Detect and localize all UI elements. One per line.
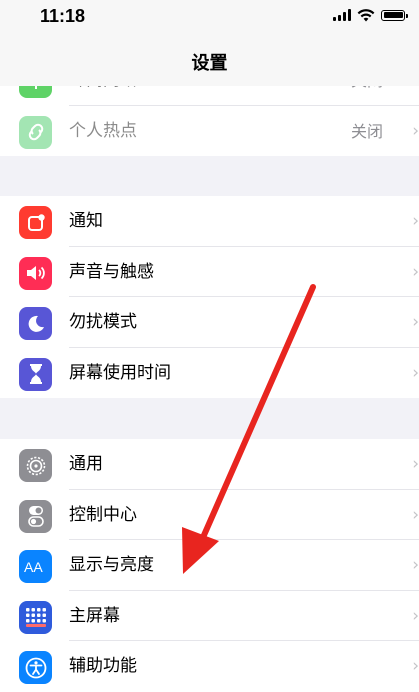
settings-row-label: 声音与触感 xyxy=(69,261,154,282)
settings-row-personal-hotspot[interactable]: 个人热点 关闭 › xyxy=(0,106,419,157)
settings-row-label: 通用 xyxy=(69,454,103,474)
settings-row-label: 勿扰模式 xyxy=(69,312,137,332)
settings-row-general[interactable]: 通用 › xyxy=(0,439,419,490)
page-title: 设置 xyxy=(191,53,228,74)
text-size-icon: AA xyxy=(19,550,52,583)
wifi-icon xyxy=(357,9,375,22)
chevron-right-icon: › xyxy=(412,312,419,332)
settings-row-label: 通知 xyxy=(69,211,103,231)
settings-row-value: 关闭 xyxy=(351,86,383,106)
settings-row-display-brightness[interactable]: AA 显示与亮度 › xyxy=(0,540,419,591)
chevron-right-icon: › xyxy=(412,86,419,106)
chevron-right-icon: › xyxy=(412,362,419,383)
cellular-icon xyxy=(19,86,52,98)
settings-row-label: 屏幕使用时间 xyxy=(69,362,171,383)
accessibility-icon xyxy=(19,651,52,684)
network-group: 蜂窝网络 关闭 › 个人热点 关闭 › xyxy=(0,86,419,156)
settings-row-cellular[interactable]: 蜂窝网络 关闭 › xyxy=(0,86,419,106)
chevron-right-icon: › xyxy=(412,504,419,525)
settings-row-label: 主屏幕 xyxy=(69,605,120,626)
moon-icon xyxy=(19,307,52,340)
chevron-right-icon: › xyxy=(412,211,419,231)
chevron-right-icon: › xyxy=(412,261,419,282)
settings-row-screen-time[interactable]: 屏幕使用时间 › xyxy=(0,348,419,399)
settings-row-sounds-haptics[interactable]: 声音与触感 › xyxy=(0,247,419,297)
chevron-right-icon: › xyxy=(412,120,419,141)
nav-bar: 设置 xyxy=(0,36,419,86)
general-group: 通用 › 控制中心 › AA 显示与亮度 › 主屏幕 › 辅助功能 › xyxy=(0,439,419,692)
settings-row-label: 蜂窝网络 xyxy=(69,86,137,106)
battery-icon xyxy=(381,9,408,21)
hourglass-icon xyxy=(19,357,52,391)
settings-row-value: 关闭 xyxy=(350,121,383,141)
status-time: 11:18 xyxy=(40,6,86,26)
settings-row-home-screen[interactable]: 主屏幕 › xyxy=(0,591,419,641)
settings-row-label: 辅助功能 xyxy=(69,656,137,676)
notifications-group: 通知 › 声音与触感 › 勿扰模式 › 屏幕使用时间 › xyxy=(0,196,419,398)
gear-icon xyxy=(19,449,52,482)
settings-row-control-center[interactable]: 控制中心 › xyxy=(0,490,419,540)
settings-row-label: 显示与亮度 xyxy=(69,555,154,575)
notifications-icon xyxy=(19,206,52,239)
settings-row-label: 控制中心 xyxy=(69,504,137,525)
settings-row-accessibility[interactable]: 辅助功能 › xyxy=(0,641,419,692)
settings-row-notifications[interactable]: 通知 › xyxy=(0,196,419,247)
speaker-icon xyxy=(19,256,52,290)
svg-text:AA: AA xyxy=(24,559,43,575)
status-icons xyxy=(333,8,408,22)
hotspot-icon xyxy=(19,115,52,149)
app-grid-icon xyxy=(19,600,52,634)
toggles-icon xyxy=(19,499,52,533)
settings-row-do-not-disturb[interactable]: 勿扰模式 › xyxy=(0,297,419,348)
chevron-right-icon: › xyxy=(412,454,419,474)
chevron-right-icon: › xyxy=(412,555,419,575)
chevron-right-icon: › xyxy=(412,656,419,676)
settings-row-label: 个人热点 xyxy=(69,120,137,141)
chevron-right-icon: › xyxy=(412,605,419,626)
status-bar: 11:18 xyxy=(0,0,419,36)
cellular-signal-icon xyxy=(333,9,351,21)
